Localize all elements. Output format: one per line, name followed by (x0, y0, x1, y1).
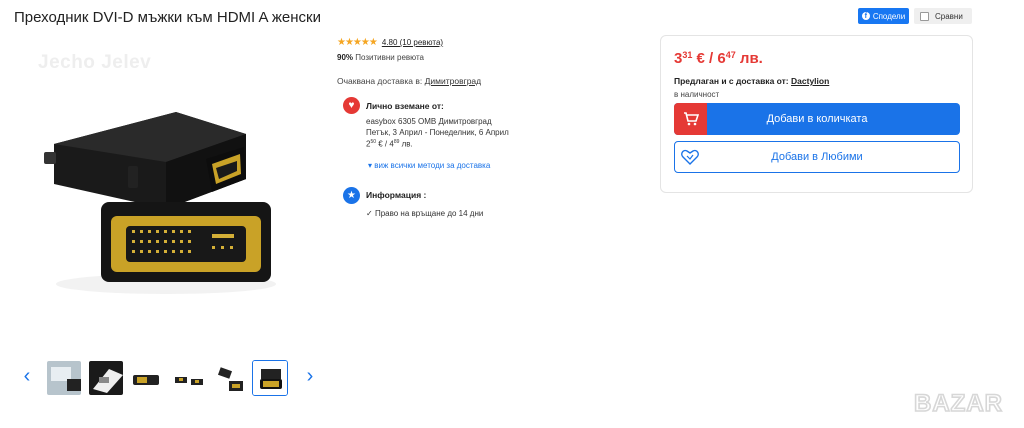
price-unit: лв. (739, 50, 763, 67)
return-policy: ✓ Право на връщане до 14 дни (366, 209, 483, 218)
heart-outline-icon (681, 149, 699, 168)
price-eur-cents: 31 (682, 50, 693, 60)
share-button[interactable]: f Сподели (858, 8, 909, 24)
price-separator: € / (696, 50, 714, 67)
gallery-thumbnail[interactable] (128, 360, 164, 396)
add-to-favorites-label: Добави в Любими (771, 151, 863, 163)
expected-delivery: Очаквана доставка в: Димитровград (337, 76, 481, 86)
price-bgn: 6 (717, 50, 726, 67)
positive-percent: 90% (337, 53, 354, 62)
pickup-location: easybox 6305 OMB Димитровград (366, 117, 492, 126)
thumbnail-image (129, 361, 163, 395)
adapter-illustration (44, 112, 276, 294)
compare-checkbox[interactable] (920, 11, 929, 21)
gallery-thumbnail[interactable] (212, 360, 248, 396)
add-to-cart-button[interactable]: Добави в количката (674, 103, 960, 135)
thumbnail-image (171, 361, 205, 395)
facebook-icon: f (861, 12, 870, 20)
buy-box: 331 € / 647 лв. Предлаган и с доставка о… (660, 35, 973, 193)
share-label: Сподели (872, 11, 906, 21)
gallery-thumbnail-active[interactable] (252, 360, 288, 396)
gallery-thumbnail[interactable] (170, 360, 206, 396)
thumbnail-image (89, 361, 123, 395)
gallery-next-arrow-icon[interactable]: › (303, 366, 317, 386)
price-bgn-cents: 47 (725, 50, 736, 60)
pickup-dates: Петък, 3 Април - Понеделник, 6 Април (366, 128, 509, 137)
seller-info: Предлаган и с доставка от: Dactylion (674, 76, 829, 86)
more-delivery-methods-label: виж всички методи за доставка (374, 161, 491, 170)
delivery-city-link[interactable]: Димитровград (425, 76, 481, 86)
more-delivery-methods-link[interactable]: ▾ виж всички методи за доставка (368, 161, 490, 170)
compare-label: Сравни (935, 11, 963, 21)
positive-label: Позитивни ревюта (355, 53, 424, 62)
cart-icon (674, 103, 707, 135)
pickup-title: Лично вземане от: (366, 101, 444, 111)
gallery-prev-arrow-icon[interactable]: ‹ (20, 366, 34, 386)
positive-reviews: 90% Позитивни ревюта (337, 53, 424, 62)
check-icon: ✓ (366, 209, 373, 218)
bazar-logo-mark: BAZAR (913, 389, 1003, 418)
seller-label: Предлаган и с доставка от: (674, 76, 789, 86)
gallery-thumbnail[interactable] (46, 360, 82, 396)
thumbnail-image (253, 361, 287, 395)
rating-summary[interactable]: ★★★★★ 4.80 (10 ревюта) (337, 37, 443, 48)
thumbnail-image (47, 361, 81, 395)
return-policy-text: Право на връщане до 14 дни (374, 209, 484, 218)
compare-button[interactable]: Сравни (914, 8, 972, 24)
add-to-cart-label: Добави в количката (766, 113, 868, 125)
thumbnail-image (213, 361, 247, 395)
bazar-logo: BAZAR (912, 384, 1016, 425)
stock-status: в наличност (674, 90, 720, 99)
add-to-favorites-button[interactable]: Добави в Любими (674, 141, 960, 173)
product-price: 331 € / 647 лв. (674, 50, 763, 67)
pickup-price-separator: € / (378, 139, 388, 149)
svg-text:BAZAR: BAZAR (914, 390, 1003, 417)
pickup-price: 250 € / 489 лв. (366, 139, 413, 149)
product-title: Преходник DVI-D мъжки към HDMI A женски (14, 9, 321, 26)
gallery-thumbnail[interactable] (88, 360, 124, 396)
info-title: Информация : (366, 190, 427, 200)
seller-name-link[interactable]: Dactylion (791, 76, 829, 86)
pickup-price-unit: лв. (401, 139, 413, 149)
rating-stars-icon: ★★★★★ (337, 37, 378, 48)
expected-delivery-label: Очаквана доставка в: (337, 76, 423, 86)
heart-pickup-icon: ♥ (343, 97, 360, 114)
pickup-price-eur-cents: 50 (370, 139, 377, 145)
image-watermark: Jecho Jelev (38, 52, 152, 73)
main-product-image[interactable]: Jecho Jelev (16, 34, 321, 343)
thumbnail-gallery: ‹ › (16, 358, 326, 398)
rating-value-link[interactable]: 4.80 (10 ревюта) (382, 38, 443, 47)
pickup-price-bgn-cents: 89 (393, 139, 400, 145)
caret-down-icon: ▾ (368, 161, 373, 170)
star-info-icon: ★ (343, 187, 360, 204)
